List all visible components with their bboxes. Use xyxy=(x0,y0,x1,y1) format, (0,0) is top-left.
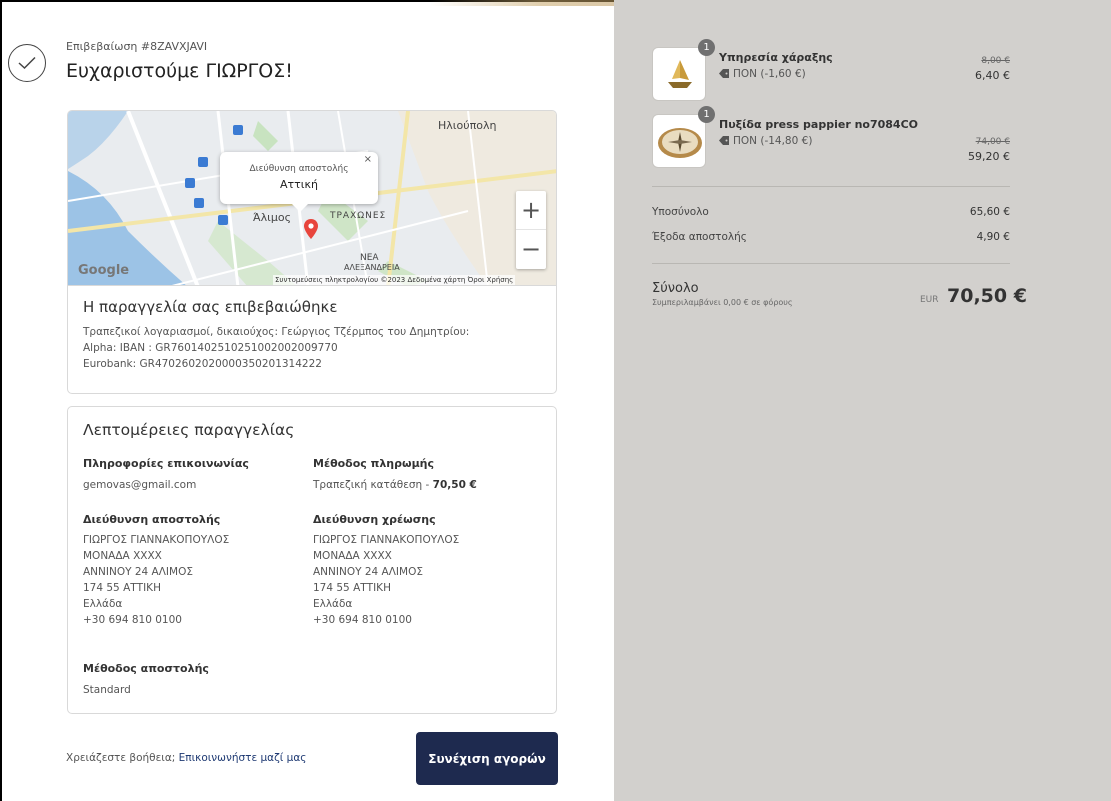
billing-address: Διεύθυνση χρέωσης ΓΙΩΡΓΟΣ ΓΙΑΝΝΑΚΟΠΟΥΛΟΣ… xyxy=(313,513,459,628)
billing-address-line: ΜΟΝΑΔΑ XXXX xyxy=(313,550,392,562)
billing-address-line: 174 55 ΑΤΤΙΚΗ xyxy=(313,582,391,594)
billing-address-line: Ελλάδα xyxy=(313,598,353,610)
billing-address-line: ΑΝΝΙΝΟΥ 24 ΑΛΙΜΟΣ xyxy=(313,566,423,578)
map-label-alimos: Άλιμος xyxy=(253,211,292,224)
map-label-alexandreia: ΑΛΕΞΑΝΔΡΕΙΑ xyxy=(344,263,400,272)
shipping-address-line: Ελλάδα xyxy=(83,598,123,610)
contact-us-link[interactable]: Επικοινωνήστε μαζί μας xyxy=(179,752,307,764)
billing-address-line: ΓΙΩΡΓΟΣ ΓΙΑΝΝΑΚΟΠΟΥΛΟΣ xyxy=(313,534,460,546)
zoom-in-button[interactable]: + xyxy=(516,191,546,230)
shipping-address-line: ΜΟΝΑΔΑ XXXX xyxy=(83,550,162,562)
shipping-address-line: 174 55 ΑΤΤΙΚΗ xyxy=(83,582,161,594)
item-name: Πυξίδα press pappier no7084CO xyxy=(719,118,919,131)
shipping-cost-value: 4,90 € xyxy=(976,231,1010,243)
order-summary-panel: 1 Υπηρεσία χάραξης ΠΟΝ (-1,60 €) 8,00 € … xyxy=(614,0,1111,801)
map-attribution[interactable]: Συντομεύσεις πληκτρολογίου ©2023 Δεδομέν… xyxy=(273,275,516,285)
alpha-iban: Alpha: IBAN : GR760140251025100200200977… xyxy=(83,342,338,354)
cart-item: 1 Πυξίδα press pappier no7084CO ΠΟΝ (-14… xyxy=(652,106,1012,170)
zoom-out-button[interactable]: − xyxy=(516,230,546,269)
payment-label: Μέθοδος πληρωμής xyxy=(313,457,435,470)
shipping-cost-label: Έξοδα αποστολής xyxy=(652,231,747,243)
subtotal-label: Υποσύνολο xyxy=(652,206,709,218)
payment-info: Μέθοδος πληρωμής Τραπεζική κατάθεση - 70… xyxy=(313,457,477,493)
divider xyxy=(652,263,1010,264)
popup-close-icon[interactable]: × xyxy=(364,154,372,165)
currency-code: EUR xyxy=(920,295,939,305)
map-popup: × Διεύθυνση αποστολής Αττική xyxy=(220,152,378,212)
item-discount: ΠΟΝ (-1,60 €) xyxy=(719,68,806,80)
main-panel: Επιβεβαίωση #8ZAVXJAVI Ευχαριστούμε ΓΙΩΡ… xyxy=(0,0,614,801)
map-label-ilioupoli: Ηλιούπολη xyxy=(438,119,497,132)
item-old-price: 74,00 € xyxy=(975,137,1010,147)
shipping-address: Διεύθυνση αποστολής ΓΙΩΡΓΟΣ ΓΙΑΝΝΑΚΟΠΟΥΛ… xyxy=(83,513,229,628)
order-details-box: Λεπτομέρειες παραγγελίας Πληροφορίες επι… xyxy=(67,406,557,714)
payment-method: Τραπεζική κατάθεση - xyxy=(313,479,433,491)
thank-you-heading: Ευχαριστούμε ΓΙΩΡΓΟΣ! xyxy=(66,60,293,82)
item-price: 59,20 € xyxy=(968,150,1010,163)
quantity-badge: 1 xyxy=(698,106,715,123)
shipping-address-label: Διεύθυνση αποστολής xyxy=(83,513,221,526)
map-label-nea: ΝΕΑ xyxy=(360,253,379,263)
help-label: Χρειάζεστε βοήθεια; xyxy=(66,752,179,764)
subtotal-value: 65,60 € xyxy=(969,206,1010,218)
contact-email: gemovas@gmail.com xyxy=(83,479,197,491)
tag-icon xyxy=(719,69,729,78)
help-text: Χρειάζεστε βοήθεια; Επικοινωνήστε μαζί μ… xyxy=(66,752,306,764)
shipping-address-line: +30 694 810 0100 xyxy=(83,614,182,626)
payment-amount: 70,50 € xyxy=(432,479,477,491)
map-pin-icon xyxy=(304,219,318,239)
shipping-address-line: ΓΙΩΡΓΟΣ ΓΙΑΝΝΑΚΟΠΟΥΛΟΣ xyxy=(83,534,230,546)
bank-info-line: Τραπεζικοί λογαριασμοί, δικαιούχος: Γεώρ… xyxy=(83,326,470,338)
contact-label: Πληροφορίες επικοινωνίας xyxy=(83,457,249,470)
boat-icon xyxy=(652,47,706,101)
check-icon xyxy=(8,44,46,82)
shipping-row: Έξοδα αποστολής 4,90 € xyxy=(652,231,1010,243)
quantity-badge: 1 xyxy=(698,39,715,56)
eurobank-iban: Eurobank: GR4702602020000350201314222 xyxy=(83,358,322,370)
google-logo: Google xyxy=(78,263,130,278)
popup-label: Διεύθυνση αποστολής xyxy=(249,164,349,174)
shipping-method-label: Μέθοδος αποστολής xyxy=(83,662,209,675)
discount-text: ΠΟΝ (-14,80 €) xyxy=(733,135,813,147)
total-label: Σύνολο xyxy=(652,281,699,296)
shipping-map[interactable]: Ηλιούπολη Άλιμος ΤΡΑΧΩΝΕΣ ΝΕΑ ΑΛΕΞΑΝΔΡΕΙ… xyxy=(67,110,557,286)
cart-item: 1 Υπηρεσία χάραξης ΠΟΝ (-1,60 €) 8,00 € … xyxy=(652,39,1012,103)
divider xyxy=(652,186,1010,187)
map-zoom-control: + − xyxy=(516,191,546,269)
discount-text: ΠΟΝ (-1,60 €) xyxy=(733,68,806,80)
order-confirmed-box: Η παραγγελία σας επιβεβαιώθηκε Τραπεζικο… xyxy=(67,286,557,394)
compass-icon xyxy=(652,114,706,168)
order-details-heading: Λεπτομέρειες παραγγελίας xyxy=(83,421,295,439)
subtotal-row: Υποσύνολο 65,60 € xyxy=(652,206,1010,218)
item-price: 6,40 € xyxy=(975,69,1010,82)
item-discount: ΠΟΝ (-14,80 €) xyxy=(719,135,812,147)
tag-icon xyxy=(719,136,729,145)
map-label-trachones: ΤΡΑΧΩΝΕΣ xyxy=(330,211,387,221)
item-name: Υπηρεσία χάραξης xyxy=(719,51,833,64)
shipping-method-value: Standard xyxy=(83,684,131,696)
order-confirmed-heading: Η παραγγελία σας επιβεβαιώθηκε xyxy=(83,298,338,316)
continue-shopping-button[interactable]: Συνέχιση αγορών xyxy=(416,732,558,785)
confirmation-number: Επιβεβαίωση #8ZAVXJAVI xyxy=(66,40,208,53)
item-old-price: 8,00 € xyxy=(981,56,1010,66)
billing-address-label: Διεύθυνση χρέωσης xyxy=(313,513,436,526)
shipping-method: Μέθοδος αποστολής Standard xyxy=(83,662,209,698)
shipping-address-line: ΑΝΝΙΝΟΥ 24 ΑΛΙΜΟΣ xyxy=(83,566,193,578)
contact-info: Πληροφορίες επικοινωνίας gemovas@gmail.c… xyxy=(83,457,249,493)
billing-address-line: +30 694 810 0100 xyxy=(313,614,412,626)
tax-note: Συμπεριλαμβάνει 0,00 € σε φόρους xyxy=(652,298,793,307)
total-value: 70,50 € xyxy=(947,285,1027,307)
popup-value: Αττική xyxy=(280,178,318,191)
